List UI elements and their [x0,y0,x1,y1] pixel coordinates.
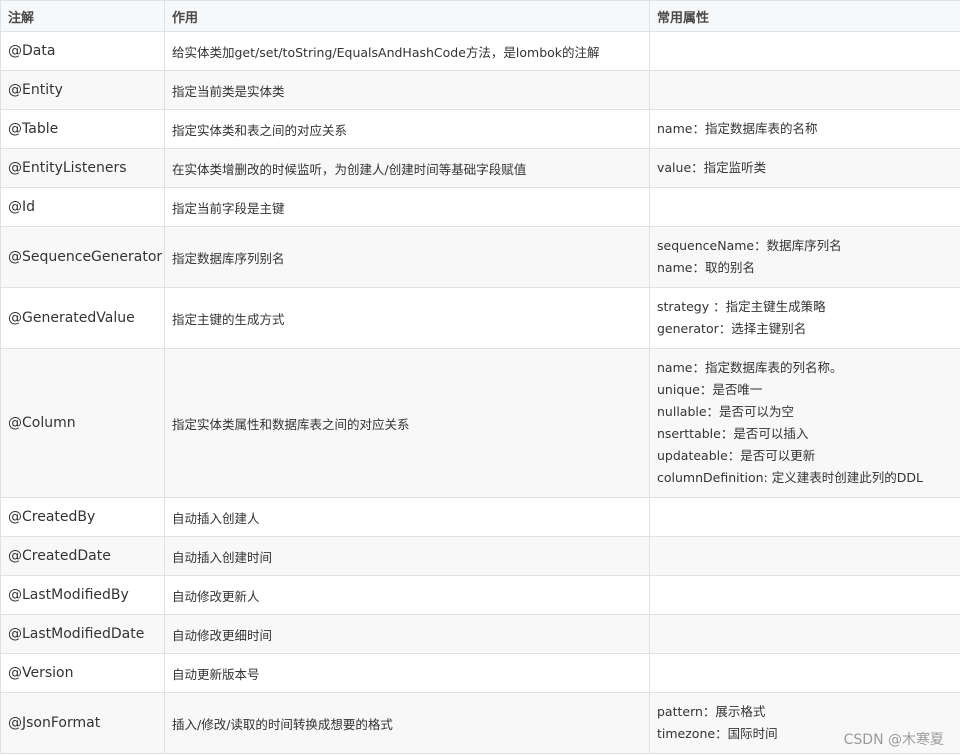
annotation-cell: @Version [0,653,165,693]
attribute-line: name：指定数据库表的名称 [657,121,818,136]
attribute-line: nullable：是否可以为空 [657,404,795,419]
attribute-line: sequenceName：数据库序列名 [657,238,842,253]
table-row: @JsonFormat 插入/修改/读取的时间转换成想要的格式 pattern：展示… [0,692,960,754]
attributes-cell [649,575,960,615]
attribute-line: strategy ：指定主键生成策略 [657,299,826,314]
attributes-cell: name：指定数据库表的名称 [649,109,960,149]
table-row: @CreatedBy 自动插入创建人 [0,497,960,537]
attributes-cell [649,31,960,71]
annotation-cell: @Data [0,31,165,71]
attributes-cell [649,497,960,537]
attribute-line: pattern：展示格式 [657,704,766,719]
attributes-cell [649,614,960,654]
attributes-cell [649,187,960,227]
table-header-row: 注解 作用 常用属性 [0,0,960,32]
table-row: @Table 指定实体类和表之间的对应关系 name：指定数据库表的名称 [0,109,960,149]
table-row: @Column 指定实体类属性和数据库表之间的对应关系 name：指定数据库表的列名… [0,348,960,498]
attribute-line: name：取的别名 [657,260,755,275]
attributes-cell: value：指定监听类 [649,148,960,188]
table-row: @GeneratedValue 指定主键的生成方式 strategy ：指定主键生成… [0,287,960,349]
annotation-cell: @SequenceGenerator [0,226,165,288]
annotations-table: 注解 作用 常用属性 @Data 给实体类加get/set/toString/Eq… [0,0,960,754]
header-purpose: 作用 [164,0,650,32]
attribute-line: nserttable：是否可以插入 [657,426,809,441]
annotation-cell: @CreatedBy [0,497,165,537]
table-row: @LastModifiedBy 自动修改更新人 [0,575,960,615]
csdn-watermark: CSDN @木寒夏 [843,732,944,748]
purpose-cell: 指定数据库序列别名 [164,226,650,288]
purpose-cell: 指定主键的生成方式 [164,287,650,349]
purpose-cell: 自动修改更细时间 [164,614,650,654]
purpose-cell: 指定实体类和表之间的对应关系 [164,109,650,149]
purpose-cell: 指定当前字段是主键 [164,187,650,227]
attributes-cell: strategy ：指定主键生成策略 generator：选择主键别名 [649,287,960,349]
table-row: @Version 自动更新版本号 [0,653,960,693]
purpose-cell: 指定实体类属性和数据库表之间的对应关系 [164,348,650,498]
attribute-line: updateable：是否可以更新 [657,448,816,463]
table-row: @LastModifiedDate 自动修改更细时间 [0,614,960,654]
header-attributes: 常用属性 [649,0,960,32]
annotation-cell: @LastModifiedDate [0,614,165,654]
purpose-cell: 在实体类增删改的时候监听，为创建人/创建时间等基础字段赋值 [164,148,650,188]
purpose-cell: 插入/修改/读取的时间转换成想要的格式 [164,692,650,754]
table-row: @CreatedDate 自动插入创建时间 [0,536,960,576]
table-body: @Data 给实体类加get/set/toString/EqualsAndHash… [0,31,960,754]
table-row: @SequenceGenerator 指定数据库序列别名 sequenceName：… [0,226,960,288]
purpose-cell: 自动插入创建时间 [164,536,650,576]
annotation-cell: @Entity [0,70,165,110]
attributes-cell [649,653,960,693]
header-annotation: 注解 [0,0,165,32]
annotation-cell: @JsonFormat [0,692,165,754]
purpose-cell: 自动插入创建人 [164,497,650,537]
attributes-cell: name：指定数据库表的列名称。 unique：是否唯一 nullable：是否可以… [649,348,960,498]
attribute-line: name：指定数据库表的列名称。 [657,360,843,375]
attribute-line: generator：选择主键别名 [657,321,807,336]
attribute-line: unique：是否唯一 [657,382,763,397]
table-row: @Entity 指定当前类是实体类 [0,70,960,110]
annotation-cell: @Column [0,348,165,498]
purpose-cell: 给实体类加get/set/toString/EqualsAndHashCode方… [164,31,650,71]
annotation-cell: @CreatedDate [0,536,165,576]
attributes-cell [649,70,960,110]
annotation-cell: @Id [0,187,165,227]
annotation-cell: @LastModifiedBy [0,575,165,615]
annotation-cell: @Table [0,109,165,149]
attributes-cell: sequenceName：数据库序列名 name：取的别名 [649,226,960,288]
annotation-cell: @EntityListeners [0,148,165,188]
table-row: @EntityListeners 在实体类增删改的时候监听，为创建人/创建时间等基… [0,148,960,188]
attribute-line: value：指定监听类 [657,160,767,175]
table-row: @Data 给实体类加get/set/toString/EqualsAndHash… [0,31,960,71]
purpose-cell: 自动修改更新人 [164,575,650,615]
purpose-cell: 自动更新版本号 [164,653,650,693]
purpose-cell: 指定当前类是实体类 [164,70,650,110]
attribute-line: columnDefinition: 定义建表时创建此列的DDL [657,470,923,485]
attributes-cell [649,536,960,576]
annotation-cell: @GeneratedValue [0,287,165,349]
table-row: @Id 指定当前字段是主键 [0,187,960,227]
